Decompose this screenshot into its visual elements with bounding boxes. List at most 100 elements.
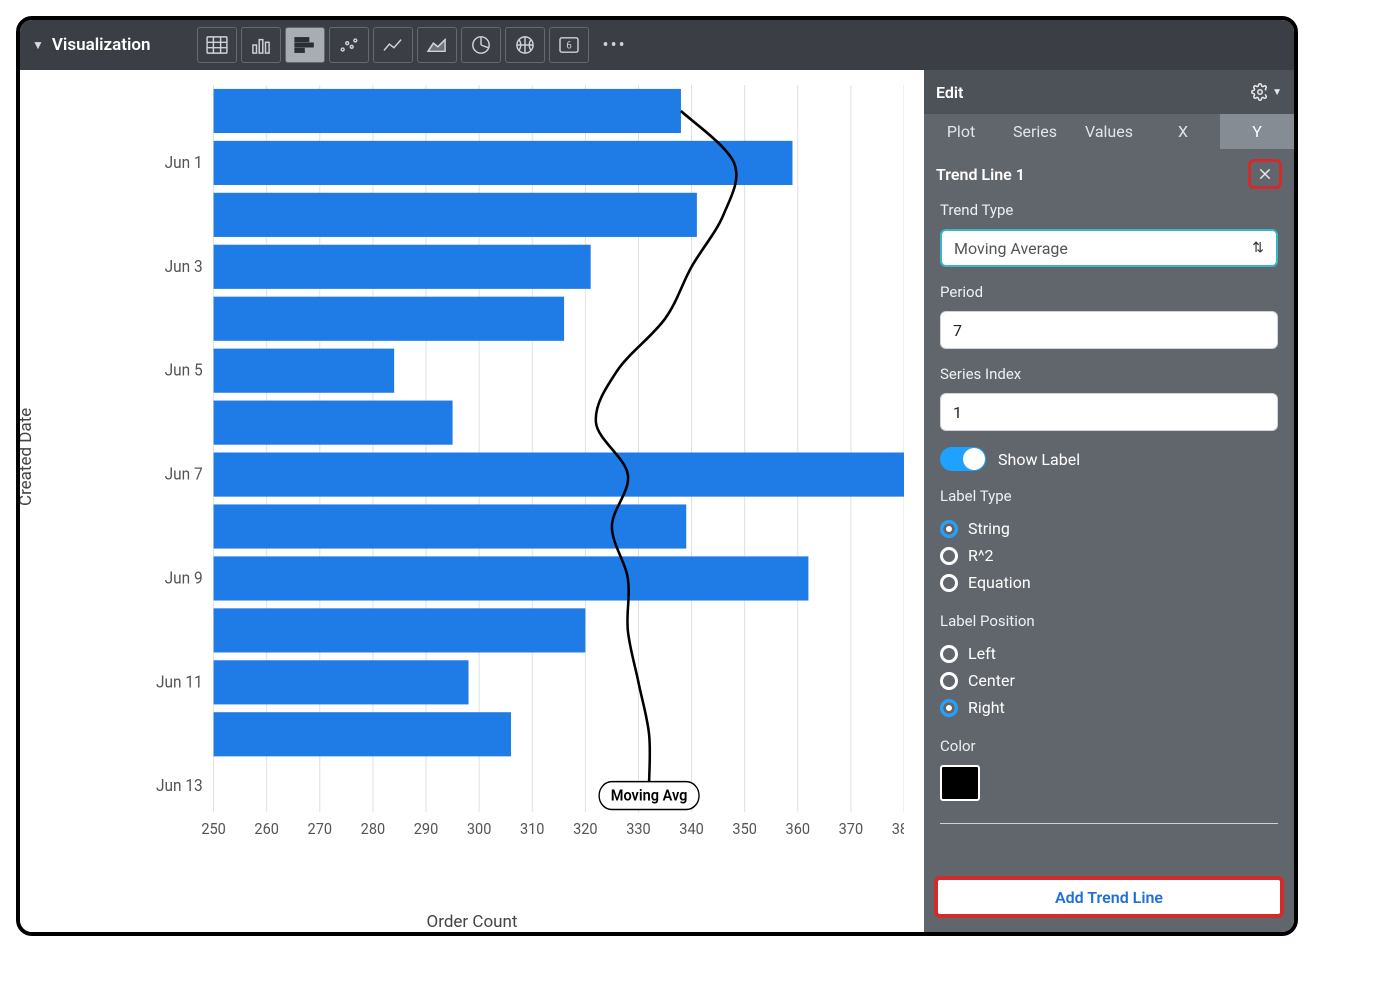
svg-text:Jun 5: Jun 5 xyxy=(165,360,203,380)
bar[interactable] xyxy=(214,141,793,185)
section-header: Trend Line 1 xyxy=(924,149,1294,195)
label-type-r-2[interactable]: R^2 xyxy=(940,542,1278,569)
series-index-label: Series Index xyxy=(940,365,1278,383)
trend-line-form: Trend Type Moving Average ⇅ Period Serie… xyxy=(924,195,1294,876)
label-position-left[interactable]: Left xyxy=(940,640,1278,667)
app-window: ▼ Visualization 6 ••• Created Date Order… xyxy=(16,16,1298,936)
svg-text:6: 6 xyxy=(566,41,572,52)
radio-label: Equation xyxy=(968,573,1031,592)
bar[interactable] xyxy=(214,89,681,133)
radio-label: String xyxy=(968,519,1010,538)
series-index-input[interactable] xyxy=(940,393,1278,431)
viz-type-icons: 6 xyxy=(197,27,589,63)
svg-text:360: 360 xyxy=(786,819,811,838)
svg-text:300: 300 xyxy=(467,819,492,838)
trend-type-value: Moving Average xyxy=(954,239,1068,258)
bar[interactable] xyxy=(214,193,697,237)
show-label-toggle[interactable] xyxy=(940,447,986,471)
trend-type-select[interactable]: Moving Average ⇅ xyxy=(940,229,1278,267)
svg-text:380: 380 xyxy=(892,819,904,838)
body: Created Date Order Count 250260270280290… xyxy=(20,70,1294,932)
more-icon[interactable]: ••• xyxy=(603,35,627,56)
column-chart-icon[interactable] xyxy=(241,27,281,63)
panel-title: Edit xyxy=(936,83,963,102)
period-input[interactable] xyxy=(940,311,1278,349)
map-chart-icon[interactable] xyxy=(505,27,545,63)
svg-text:310: 310 xyxy=(520,819,545,838)
toolbar: ▼ Visualization 6 ••• xyxy=(20,20,1294,70)
radio-icon xyxy=(940,574,958,592)
svg-text:330: 330 xyxy=(626,819,651,838)
radio-label: R^2 xyxy=(968,546,994,565)
label-position-center[interactable]: Center xyxy=(940,667,1278,694)
radio-label: Left xyxy=(968,644,996,663)
section-title: Trend Line 1 xyxy=(936,165,1025,184)
svg-text:260: 260 xyxy=(254,819,279,838)
add-trend-line-button[interactable]: Add Trend Line xyxy=(934,876,1284,918)
svg-text:250: 250 xyxy=(201,819,226,838)
select-arrows-icon: ⇅ xyxy=(1252,240,1264,256)
bar[interactable] xyxy=(214,608,586,652)
tab-plot[interactable]: Plot xyxy=(924,114,998,149)
period-label: Period xyxy=(940,283,1278,301)
radio-icon xyxy=(940,547,958,565)
plot: 2502602702802903003103203303403503603703… xyxy=(150,85,904,862)
gear-icon[interactable]: ▼ xyxy=(1251,83,1282,101)
single-value-chart-icon[interactable]: 6 xyxy=(549,27,589,63)
svg-text:280: 280 xyxy=(361,819,386,838)
color-label: Color xyxy=(940,737,1278,755)
tab-series[interactable]: Series xyxy=(998,114,1072,149)
y-axis-label: Created Date xyxy=(16,408,36,506)
label-type-string[interactable]: String xyxy=(940,515,1278,542)
bar[interactable] xyxy=(214,712,511,756)
label-position-right[interactable]: Right xyxy=(940,694,1278,721)
label-type-equation[interactable]: Equation xyxy=(940,569,1278,596)
color-swatch[interactable] xyxy=(940,765,980,801)
table-chart-icon[interactable] xyxy=(197,27,237,63)
panel-tabs: PlotSeriesValuesXY xyxy=(924,114,1294,149)
svg-text:Jun 1: Jun 1 xyxy=(165,152,203,172)
radio-icon xyxy=(940,699,958,717)
svg-text:Jun 9: Jun 9 xyxy=(165,568,203,588)
svg-text:370: 370 xyxy=(839,819,864,838)
svg-text:Jun 11: Jun 11 xyxy=(156,672,203,692)
svg-text:350: 350 xyxy=(732,819,757,838)
trend-label-text: Moving Avg xyxy=(611,786,688,805)
divider xyxy=(940,823,1278,824)
edit-panel: Edit ▼ PlotSeriesValuesXY Trend Line 1 T… xyxy=(924,70,1294,932)
area-chart-icon[interactable] xyxy=(417,27,457,63)
scatter-chart-icon[interactable] xyxy=(329,27,369,63)
svg-text:290: 290 xyxy=(414,819,439,838)
bar[interactable] xyxy=(214,556,809,600)
trend-type-label: Trend Type xyxy=(940,201,1278,219)
tab-y[interactable]: Y xyxy=(1220,114,1294,149)
radio-label: Center xyxy=(968,671,1015,690)
collapse-caret-icon[interactable]: ▼ xyxy=(32,38,44,52)
bar[interactable] xyxy=(214,452,904,496)
radio-icon xyxy=(940,645,958,663)
svg-text:270: 270 xyxy=(308,819,333,838)
show-label-text: Show Label xyxy=(998,450,1080,469)
radio-label: Right xyxy=(968,698,1005,717)
radio-icon xyxy=(940,672,958,690)
svg-text:Jun 13: Jun 13 xyxy=(156,776,203,796)
close-icon[interactable] xyxy=(1248,159,1282,189)
label-position-label: Label Position xyxy=(940,612,1278,630)
bar[interactable] xyxy=(214,401,453,445)
chart-area: Created Date Order Count 250260270280290… xyxy=(20,70,924,932)
svg-text:340: 340 xyxy=(679,819,704,838)
bar[interactable] xyxy=(214,297,565,341)
pie-chart-icon[interactable] xyxy=(461,27,501,63)
svg-text:Jun 7: Jun 7 xyxy=(165,464,203,484)
svg-text:Jun 3: Jun 3 xyxy=(165,256,203,276)
x-axis-label: Order Count xyxy=(427,912,518,932)
tab-values[interactable]: Values xyxy=(1072,114,1146,149)
panel-header: Edit ▼ xyxy=(924,70,1294,114)
label-type-label: Label Type xyxy=(940,487,1278,505)
bar[interactable] xyxy=(214,660,469,704)
line-chart-icon[interactable] xyxy=(373,27,413,63)
bar[interactable] xyxy=(214,349,395,393)
tab-x[interactable]: X xyxy=(1146,114,1220,149)
bar[interactable] xyxy=(214,245,591,289)
bar-chart-icon[interactable] xyxy=(285,27,325,63)
